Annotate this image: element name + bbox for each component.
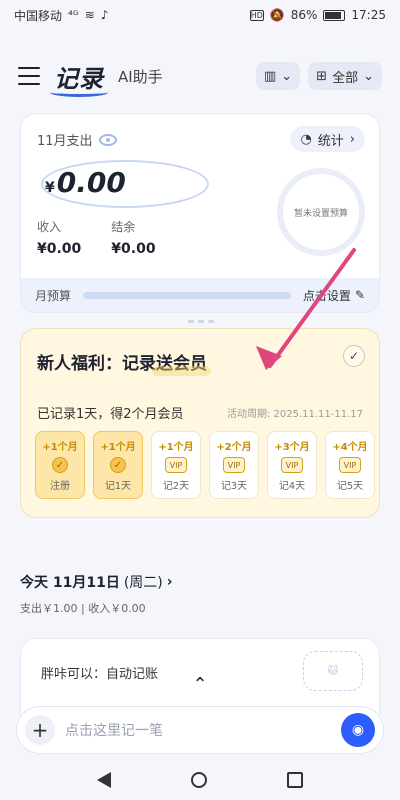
reward-top: +4个月	[332, 442, 368, 453]
budget-set-link[interactable]: 点击设置 ✎	[303, 287, 365, 304]
battery-icon	[323, 9, 346, 21]
voice-icon[interactable]: ◉	[341, 713, 375, 747]
auto-record-text: 胖咔可以：自动记账	[41, 667, 159, 682]
budget-circle-text: 暂未设置预算	[293, 208, 348, 219]
back-icon[interactable]	[97, 772, 111, 788]
top-header: 记录 AI助手 ▥ ⌄ ⊞ 全部 ⌄	[0, 54, 400, 98]
balance-value: ¥0.00	[111, 241, 156, 257]
reward-top: +1个月	[158, 442, 194, 453]
record-input-bar[interactable]: + 点击这里记一笔 ◉	[16, 706, 384, 754]
promo-subtitle: 已记录1天，得2个月会员	[37, 407, 184, 422]
book-selector[interactable]: ▥ ⌄	[255, 62, 301, 90]
reward-item[interactable]: +1个月 ✓ 记1天	[93, 431, 143, 499]
clock: 17:25	[351, 8, 386, 22]
home-icon[interactable]	[191, 772, 207, 788]
income-label: 收入	[37, 220, 62, 234]
reward-item[interactable]: +4个月 VIP 记5天	[325, 431, 375, 499]
summary-card: 11月支出 ◔ 统计 › ¥0.00 暂未设置预算 收入 ¥0.00 结余 ¥0…	[20, 113, 380, 313]
budget-circle[interactable]: 暂未设置预算	[277, 168, 365, 256]
promo-card[interactable]: 新人福利：记录送会员 ✓ 已记录1天，得2个月会员 活动周期: 2025.11.…	[20, 328, 380, 518]
pager-dots	[188, 320, 214, 324]
status-left: 中国移动 ⁴ᴳ ≋ ♪	[14, 7, 108, 24]
reward-top: +3个月	[274, 442, 310, 453]
reward-item[interactable]: +1个月 ✓ 注册	[35, 431, 85, 499]
record-input-placeholder[interactable]: 点击这里记一笔	[65, 720, 331, 740]
budget-action: 点击设置	[302, 288, 351, 303]
today-header[interactable]: 今天 11月11日 (周二) ›	[20, 572, 173, 592]
budget-bar-row[interactable]: 月预算 点击设置 ✎	[21, 278, 379, 312]
today-weekday: (周二)	[123, 575, 163, 591]
tiktok-icon: ♪	[100, 8, 109, 22]
income-block: 收入 ¥0.00	[37, 218, 81, 257]
promo-period: 活动周期: 2025.11.11-11.17	[226, 409, 363, 420]
stats-label: 统计	[317, 133, 344, 149]
promo-title-prefix: 新人福利：记录	[37, 354, 156, 374]
promo-title-highlight: 送会员	[156, 354, 207, 374]
currency-symbol: ¥	[45, 180, 55, 196]
today-title: 今天 11月11日	[20, 575, 120, 591]
book-icon: ▥	[263, 68, 277, 84]
ai-assistant-tab[interactable]: AI助手	[118, 66, 163, 87]
filter-label: 全部	[332, 70, 359, 86]
chevron-up-icon[interactable]: ⌃	[186, 674, 214, 695]
chevron-right-icon: ›	[349, 131, 355, 147]
summary-metrics: 收入 ¥0.00 结余 ¥0.00	[37, 218, 156, 257]
hd-icon: HD	[249, 9, 264, 21]
reward-bottom: 注册	[50, 481, 70, 492]
reward-top: +1个月	[42, 442, 78, 453]
check-circle-icon: ✓	[110, 457, 126, 473]
today-meta: 支出￥1.00 | 收入￥0.00	[20, 602, 146, 615]
promo-title: 新人福利：记录送会员	[37, 349, 207, 374]
reward-bottom: 记5天	[336, 481, 364, 492]
mute-icon: 🔕	[269, 8, 285, 22]
reward-bottom: 记4天	[278, 481, 306, 492]
reward-bottom: 记1天	[104, 481, 132, 492]
check-circle-icon: ✓	[52, 457, 68, 473]
budget-progress-track	[83, 291, 291, 299]
stats-icon: ◔	[300, 131, 312, 147]
carrier-text: 中国移动	[14, 8, 63, 23]
month-spend: 11月支出	[37, 130, 117, 149]
battery-percent: 86%	[290, 8, 318, 22]
recent-apps-icon[interactable]	[287, 772, 303, 788]
wifi-icon: ≋	[84, 8, 95, 22]
menu-icon[interactable]	[18, 67, 40, 85]
header-actions: ▥ ⌄ ⊞ 全部 ⌄	[255, 62, 382, 90]
edit-icon: ✎	[354, 288, 365, 302]
eye-icon[interactable]	[98, 133, 117, 146]
vip-crown-icon: VIP	[223, 457, 245, 473]
reward-bottom: 记2天	[162, 481, 190, 492]
reward-row: +1个月 ✓ 注册 +1个月 ✓ 记1天 +1个月 VIP 记2天 +2个月 V…	[35, 431, 375, 499]
income-value: ¥0.00	[37, 241, 82, 257]
reward-top: +2个月	[216, 442, 252, 453]
vip-crown-icon: VIP	[165, 457, 187, 473]
reward-top: +1个月	[100, 442, 136, 453]
balance-block: 结余 ¥0.00	[111, 218, 155, 257]
chevron-right-icon: ›	[166, 574, 173, 590]
status-right: HD 🔕 86% 17:25	[249, 8, 386, 22]
reward-item[interactable]: +3个月 VIP 记4天	[267, 431, 317, 499]
grid-icon: ⊞	[316, 68, 328, 84]
add-icon[interactable]: +	[25, 715, 55, 745]
balance-label: 结余	[111, 220, 136, 234]
stats-button[interactable]: ◔ 统计 ›	[290, 126, 365, 152]
vip-crown-icon: VIP	[339, 457, 361, 473]
check-icon[interactable]: ✓	[343, 345, 365, 367]
cat-illustration-icon: 🐱	[303, 651, 363, 691]
status-bar: 中国移动 ⁴ᴳ ≋ ♪ HD 🔕 86% 17:25	[0, 0, 400, 30]
system-navbar	[0, 760, 400, 800]
chevron-down-icon: ⌄	[363, 68, 374, 84]
filter-selector[interactable]: ⊞ 全部 ⌄	[308, 62, 382, 90]
spend-amount: ¥0.00	[45, 166, 126, 199]
amount-value: 0.00	[56, 166, 126, 199]
reward-bottom: 记3天	[220, 481, 248, 492]
chevron-down-icon: ⌄	[281, 68, 293, 84]
month-label: 11月支出	[37, 134, 93, 149]
vip-crown-icon: VIP	[281, 457, 303, 473]
page-title: 记录	[50, 59, 108, 97]
reward-item[interactable]: +2个月 VIP 记3天	[209, 431, 259, 499]
signal-icon: ⁴ᴳ	[68, 8, 79, 22]
reward-item[interactable]: +1个月 VIP 记2天	[151, 431, 201, 499]
budget-label: 月预算	[35, 288, 72, 303]
